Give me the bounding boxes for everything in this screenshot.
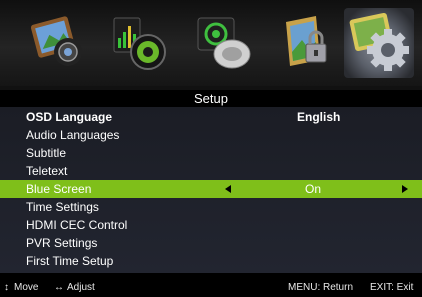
menu-item-label: Teletext: [26, 164, 68, 178]
lock-icon: [286, 16, 327, 66]
menu-item-label: Audio Languages: [26, 128, 120, 142]
menu-return-hint: MENU: Return: [288, 282, 354, 293]
menu-item-value: On: [305, 182, 322, 196]
page-title: Setup: [0, 90, 422, 107]
menu-item-label: OSD Language: [26, 110, 113, 124]
menu-item-subtitle[interactable]: Subtitle: [0, 144, 422, 162]
arrow-left-icon[interactable]: [225, 185, 231, 193]
channel-icon: [197, 17, 251, 69]
menu-item-teletext[interactable]: Teletext: [0, 162, 422, 180]
tv-osd-screen: Setup OSD Language English Audio Languag…: [0, 0, 422, 297]
menu-item-label: PVR Settings: [26, 236, 98, 250]
tab-picture[interactable]: [24, 8, 94, 78]
arrow-right-icon[interactable]: [402, 185, 408, 193]
menu-item-label: Subtitle: [26, 146, 67, 160]
tab-channel[interactable]: [190, 8, 260, 78]
updown-arrow-icon: ↕: [4, 282, 9, 293]
menu-item-label: HDMI CEC Control: [26, 218, 128, 232]
setup-gear-icon: [349, 12, 409, 71]
tab-sound[interactable]: [106, 8, 176, 78]
menu-item-hdmi-cec-control[interactable]: HDMI CEC Control: [0, 216, 422, 234]
menu-item-label: Blue Screen: [26, 182, 92, 196]
menu-item-value: English: [297, 110, 341, 124]
menu-item-time-settings[interactable]: Time Settings: [0, 198, 422, 216]
menu-item-label: Time Settings: [26, 200, 99, 214]
tab-lock[interactable]: [272, 8, 342, 78]
picture-icon: [30, 16, 82, 66]
sound-icon: [113, 17, 166, 70]
exit-hint: EXIT: Exit: [370, 282, 414, 293]
menu-item-audio-languages[interactable]: Audio Languages: [0, 126, 422, 144]
menu-item-osd-language[interactable]: OSD Language English: [0, 108, 422, 126]
tab-setup[interactable]: [344, 8, 414, 78]
menu-item-first-time-setup[interactable]: First Time Setup: [0, 252, 422, 270]
setup-menu-list: OSD Language English Audio Languages Sub…: [0, 107, 422, 273]
move-hint: Move: [14, 282, 39, 293]
menu-item-label: First Time Setup: [26, 254, 114, 268]
category-icon-bar: [0, 0, 422, 87]
adjust-hint: Adjust: [67, 282, 95, 293]
leftright-arrow-icon: ↔: [54, 282, 64, 293]
menu-item-blue-screen[interactable]: Blue Screen On: [0, 180, 422, 198]
menu-item-pvr-settings[interactable]: PVR Settings: [0, 234, 422, 252]
footer-hint-bar: ↕ Move ↔ Adjust MENU: Return EXIT: Exit: [0, 279, 422, 297]
